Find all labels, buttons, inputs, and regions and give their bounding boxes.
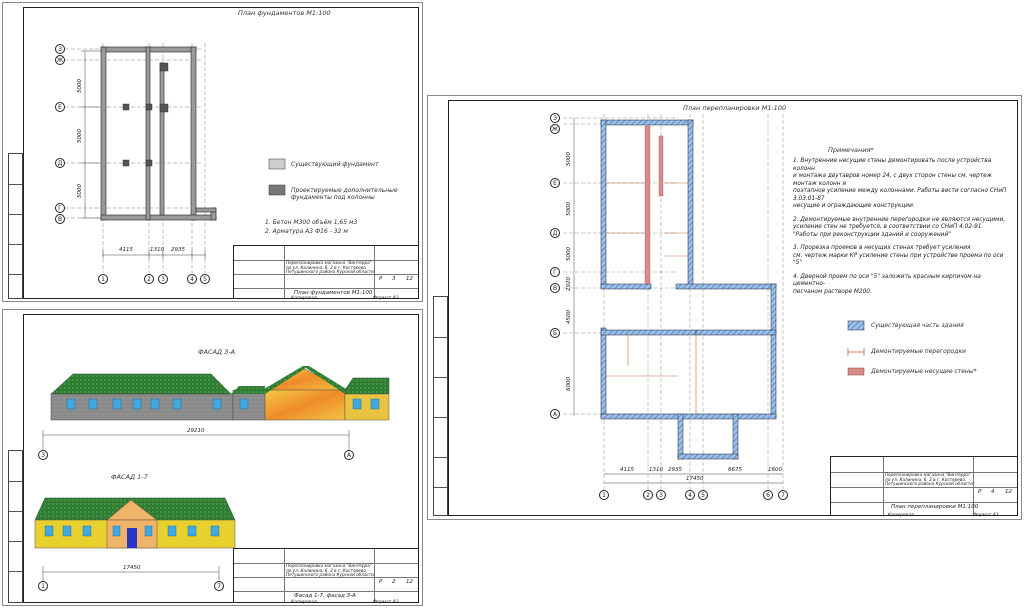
dim-bottom-5: 1600 xyxy=(768,467,782,473)
axis-bottom-6: 6 xyxy=(763,490,773,500)
stamp-sheets: 12 xyxy=(406,276,413,282)
format-label: Формат А3 xyxy=(973,513,999,518)
axis-left-6: В xyxy=(55,214,65,224)
axis-bottom-2: 2 xyxy=(643,490,653,500)
axis-left-6: В xyxy=(550,283,560,293)
axis-bottom-4: 4 xyxy=(685,490,695,500)
stamp-sheet-name: План перепланировки М1:100 xyxy=(891,504,979,510)
note-line: "Работы при реконструкции зданий и соору… xyxy=(793,231,951,238)
axis-bottom-3: 3 xyxy=(158,274,168,284)
legend-partitions-label: Демонтируемые перегородки xyxy=(871,348,966,355)
axis-left-1: З xyxy=(550,113,560,123)
note-line: усиление стен не требуется, в соответств… xyxy=(793,224,982,230)
dim-left-2: 5000 xyxy=(566,202,572,216)
axis-bottom-7: 7 xyxy=(778,490,788,500)
axis-bottom-3: 3 xyxy=(656,490,666,500)
note-line: поэтапное усиление между колоннами. Рабо… xyxy=(793,188,1007,202)
copied-label: Копировал xyxy=(291,296,317,301)
note-line: песчаном растворе М200. xyxy=(793,288,872,295)
dim-left-6: 6000 xyxy=(566,377,572,391)
legend-existing-label: Существующий фундамент xyxy=(291,161,379,168)
dim-left-2: 5000 xyxy=(77,129,83,143)
dim-bottom-1: 4115 xyxy=(620,467,634,473)
legend-bearing-label: Демонтируемые несущие стены* xyxy=(871,368,977,375)
stamp-stage: Р xyxy=(978,489,982,495)
legend-new-label: Проектируемые дополнительные фундаменты … xyxy=(291,187,398,201)
sheet-replanning-plan: План перепланировки М1:100 5000 5000 500… xyxy=(427,95,1022,520)
sheet-foundation-plan: План фундаментов М1:100 5000 5000 5000 4… xyxy=(2,2,423,302)
format-label: Формат А3 xyxy=(373,296,399,301)
dim-bottom-4: 6675 xyxy=(728,467,742,473)
note-line: и монтажа двутавров номер 24, с двух сто… xyxy=(793,173,992,187)
spec-line-2: 2. Арматура А3 Ф16 - 32 м xyxy=(265,228,348,235)
axis-bottom-1: 1 xyxy=(599,490,609,500)
dim-left-4: 2920 xyxy=(566,277,572,291)
stamp-project: Перепланировка магазина "Винтерра" по ул… xyxy=(286,260,374,275)
stamp-stage: Р xyxy=(379,579,383,585)
facade2-axis-right: 7 xyxy=(214,581,224,591)
dim-bottom-2: 1310 xyxy=(649,467,663,473)
axis-left-5: Г xyxy=(55,203,65,213)
facade2-title: ФАСАД 1-7 xyxy=(111,473,148,481)
axis-bottom-4: 4 xyxy=(187,274,197,284)
spec-line-1: 1. Бетон М300 объём 1,65 м3 xyxy=(265,219,358,226)
stamp-sheet-no: 2 xyxy=(392,579,396,585)
dim-left-1: 5000 xyxy=(566,152,572,166)
copied-label: Копировал xyxy=(291,600,317,605)
dim-bottom-3: 2935 xyxy=(171,247,185,253)
dim-bottom-3: 2935 xyxy=(668,467,682,473)
facade1-dim: 29210 xyxy=(187,428,205,434)
stamp-project: Перепланировка магазина "Винтерра" по ул… xyxy=(885,472,973,487)
note-line: см. чертеж марки КР усиление стены при у… xyxy=(793,252,1004,267)
title-block: Перепланировка магазина "Винтерра" по ул… xyxy=(830,456,1018,516)
title-block: Перепланировка магазина "Винтерра" по ул… xyxy=(233,548,419,603)
facade2-axis-left: 1 xyxy=(38,581,48,591)
format-label: Формат А3 xyxy=(373,600,399,605)
note-line: 3. Прорезка проемов в несущих стенах тре… xyxy=(793,245,971,251)
facade2-dim: 17450 xyxy=(123,565,141,571)
axis-left-4: Д xyxy=(55,158,65,168)
stamp-stage: Р xyxy=(379,276,383,282)
axis-left-2: Ж xyxy=(55,55,65,65)
stamp-sheet-no: 4 xyxy=(991,489,995,495)
axis-bottom-5: 5 xyxy=(698,490,708,500)
dim-left-3: 5000 xyxy=(566,247,572,261)
axis-left-7: Б xyxy=(550,328,560,338)
facade1-axis-right: А xyxy=(344,450,354,460)
stamp-sheets: 12 xyxy=(1005,489,1012,495)
stamp-sheet-no: 3 xyxy=(392,276,396,282)
stamp-project: Перепланировка магазина "Винтерра" по ул… xyxy=(286,563,374,578)
legend-existing-label: Существующая часть здания xyxy=(871,322,964,329)
axis-bottom-2: 2 xyxy=(144,274,154,284)
notes-title: Примечания* xyxy=(828,146,874,154)
dim-left-1: 5000 xyxy=(77,79,83,93)
axis-left-8: А xyxy=(550,409,560,419)
stamp-sheets: 12 xyxy=(406,579,413,585)
axis-left-3: Е xyxy=(550,178,560,188)
facade1-axis-left: З xyxy=(38,450,48,460)
stamp-sheet-name: Фасад 1-7, фасад З-А xyxy=(294,593,356,599)
notes-block: 1. Внутренние несущие стены демонтироват… xyxy=(793,158,1008,296)
dim-left-5: 4500 xyxy=(566,310,572,324)
axis-bottom-5: 5 xyxy=(200,274,210,284)
axis-left-4: Д xyxy=(550,228,560,238)
dim-total: 17450 xyxy=(686,476,704,482)
note-line: 2. Демонтируемые внутренние перегородки … xyxy=(793,216,1006,223)
title-block: Перепланировка магазина "Винтерра" по ул… xyxy=(233,245,419,299)
dim-bottom-2: 1310 xyxy=(150,247,164,253)
axis-left-5: Г xyxy=(550,267,560,277)
dim-left-3: 5000 xyxy=(77,184,83,198)
axis-left-2: Ж xyxy=(550,124,560,134)
note-line: 4. Дверной проем по оси "5" заложить кра… xyxy=(793,273,981,288)
note-line: несущие и ограждающие конструкции. xyxy=(793,203,915,209)
note-line: 1. Внутренние несущие стены демонтироват… xyxy=(793,158,992,172)
axis-bottom-1: 1 xyxy=(98,274,108,284)
sheet-facades: ФАСАД З-А 29210 З А ФАСАД 1-7 17450 1 7 … xyxy=(2,309,423,606)
axis-left-3: Е xyxy=(55,102,65,112)
axis-left-1: З xyxy=(55,44,65,54)
dim-bottom-1: 4115 xyxy=(119,247,133,253)
copied-label: Копировал xyxy=(888,513,914,518)
